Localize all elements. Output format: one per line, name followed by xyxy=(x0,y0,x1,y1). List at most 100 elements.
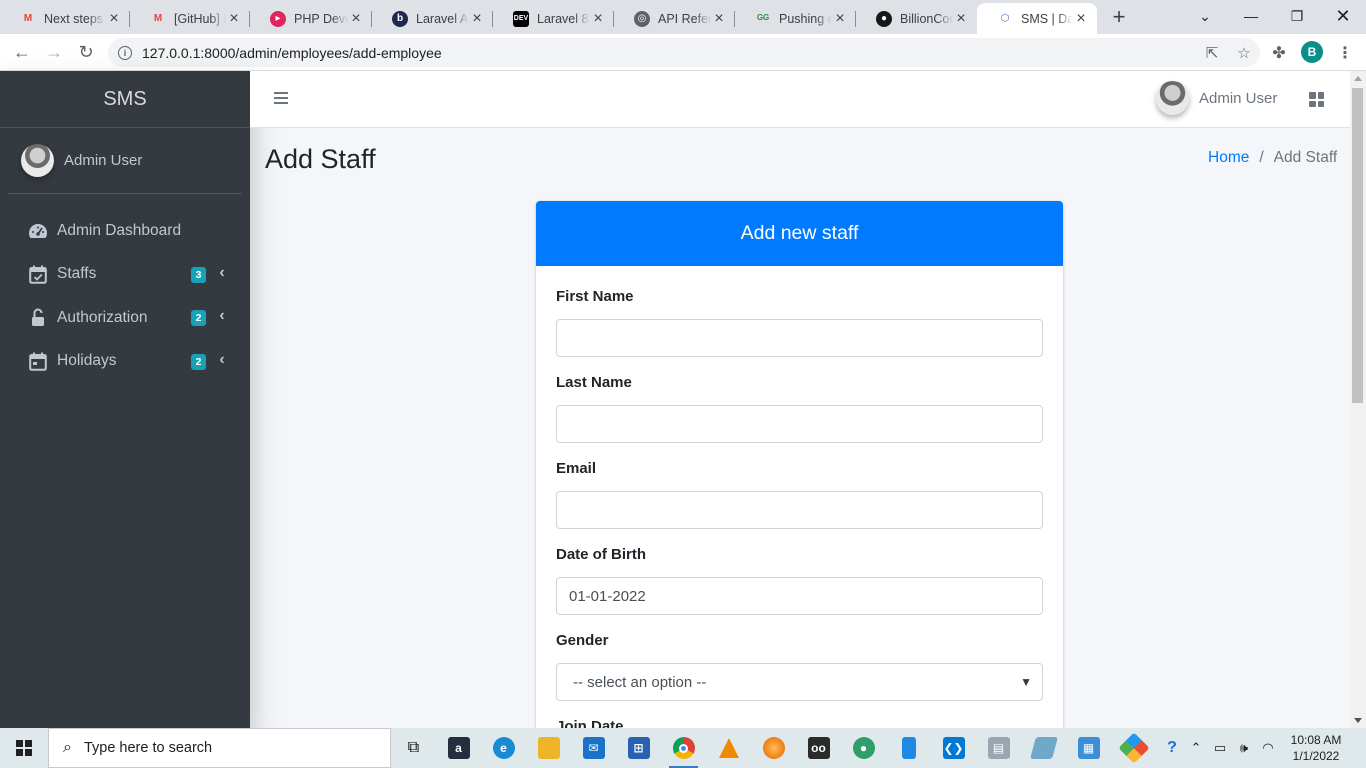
chevron-down-icon: ▼ xyxy=(1020,675,1032,689)
app-icon[interactable] xyxy=(1021,728,1066,768)
amazon-icon[interactable]: a xyxy=(436,728,481,768)
dob-input[interactable]: 01-01-2022 xyxy=(556,577,1043,615)
scroll-up-arrow-icon[interactable] xyxy=(1354,76,1362,81)
count-badge: 2 xyxy=(191,353,206,370)
close-tab-icon[interactable]: × xyxy=(711,10,727,28)
sidebar-item-admin-dashboard[interactable]: Admin Dashboard xyxy=(8,209,242,253)
sidebar-user-name[interactable]: Admin User xyxy=(64,152,142,169)
first-name-label: First Name xyxy=(556,288,634,305)
browser-menu-icon[interactable]: ⋮ xyxy=(1332,40,1358,66)
sidebar-item-authorization[interactable]: Authorization 2 ‹ xyxy=(8,296,242,340)
close-tab-icon[interactable]: × xyxy=(106,10,122,28)
top-navbar: Admin User xyxy=(250,71,1350,128)
browser-tab[interactable]: M Next steps × xyxy=(0,3,130,34)
last-name-input[interactable] xyxy=(556,405,1043,443)
chevron-left-icon[interactable]: ‹ xyxy=(216,307,228,324)
windows-start-button[interactable] xyxy=(0,728,48,768)
share-icon[interactable]: ⇱ xyxy=(1196,44,1228,62)
apps-grid-icon[interactable] xyxy=(1309,92,1324,107)
control-panel-icon[interactable]: ▦ xyxy=(1066,728,1111,768)
vscode-icon[interactable]: ❮❯ xyxy=(931,728,976,768)
chevron-left-icon[interactable]: ‹ xyxy=(216,264,228,281)
sidebar-item-staffs[interactable]: Staffs 3 ‹ xyxy=(8,253,242,297)
store-icon[interactable]: ⊞ xyxy=(616,728,661,768)
email-label: Email xyxy=(556,460,597,477)
photos-app-icon[interactable]: ▤ xyxy=(976,728,1021,768)
gender-select-value: -- select an option -- xyxy=(573,673,707,691)
tripadvisor-icon[interactable]: oo xyxy=(796,728,841,768)
edge-icon[interactable]: e xyxy=(481,728,526,768)
page-title: Add Staff xyxy=(265,144,376,174)
chevron-left-icon[interactable]: ‹ xyxy=(216,351,228,368)
dob-label: Date of Birth xyxy=(556,546,646,563)
phone-app-icon[interactable] xyxy=(886,728,931,768)
minimize-button[interactable]: ― xyxy=(1228,0,1274,32)
last-name-group: Last Name xyxy=(556,374,1043,460)
wifi-icon[interactable]: ◠ xyxy=(1256,740,1280,756)
profile-avatar[interactable]: B xyxy=(1301,41,1323,63)
back-icon[interactable]: ← xyxy=(8,38,36,66)
scrollbar-thumb[interactable] xyxy=(1352,88,1363,403)
restore-button[interactable]: ❐ xyxy=(1274,0,1320,32)
extensions-icon[interactable]: ✤ xyxy=(1266,40,1292,66)
file-explorer-icon[interactable] xyxy=(526,728,571,768)
close-tab-icon[interactable]: × xyxy=(469,10,485,28)
chrome-icon[interactable] xyxy=(661,728,706,768)
task-view-icon[interactable]: ⧉ xyxy=(391,728,436,768)
sidebar-item-label: Holidays xyxy=(57,352,117,370)
reload-icon[interactable]: ↻ xyxy=(72,38,100,66)
address-bar[interactable]: i 127.0.0.1:8000/admin/employees/add-emp… xyxy=(108,38,1260,67)
bookmark-star-icon[interactable]: ☆ xyxy=(1228,44,1260,62)
vlc-icon[interactable] xyxy=(706,728,751,768)
tab-title: BillionCode xyxy=(900,11,953,26)
close-tab-icon[interactable]: × xyxy=(226,10,242,28)
sidebar-item-holidays[interactable]: Holidays 2 ‹ xyxy=(8,340,242,384)
first-name-group: First Name xyxy=(556,288,1043,374)
browser-tab[interactable]: ᴳᴳ Pushing changes × xyxy=(735,3,856,34)
battery-icon[interactable]: ▭ xyxy=(1208,740,1232,756)
firefox-icon[interactable] xyxy=(751,728,796,768)
first-name-input[interactable] xyxy=(556,319,1043,357)
brand-link[interactable]: SMS xyxy=(0,71,250,128)
close-tab-icon[interactable]: × xyxy=(1073,10,1089,28)
close-window-button[interactable]: ✕ xyxy=(1320,0,1366,32)
browser-tab[interactable]: ● BillionCode × xyxy=(856,3,977,34)
breadcrumb-home-link[interactable]: Home xyxy=(1208,149,1249,167)
new-tab-button[interactable]: + xyxy=(1106,3,1132,31)
browser-tab-active[interactable]: ⬡ SMS | Dashboard × xyxy=(977,3,1097,34)
close-tab-icon[interactable]: × xyxy=(832,10,848,28)
browser-tab[interactable]: b Laravel API × xyxy=(372,3,493,34)
browser-tab[interactable]: ▸ PHP Developer × xyxy=(250,3,372,34)
forward-icon[interactable]: → xyxy=(40,38,68,66)
taskbar-search-box[interactable]: ⌕ Type here to search xyxy=(48,728,391,768)
windows-logo-icon xyxy=(16,740,32,756)
hamburger-menu-icon[interactable] xyxy=(274,91,288,105)
tab-search-icon[interactable]: ⌄ xyxy=(1182,0,1228,32)
close-tab-icon[interactable]: × xyxy=(953,10,969,28)
clock-time: 10:08 AM xyxy=(1290,733,1342,747)
site-info-icon[interactable]: i xyxy=(118,45,132,60)
sidebar-user-panel[interactable]: Admin User xyxy=(8,128,242,194)
volume-icon[interactable]: 🕪 xyxy=(1232,740,1256,756)
taskbar-clock[interactable]: 10:08 AM 1/1/2022 xyxy=(1280,732,1352,764)
add-staff-form: First Name Last Name Email Date of Birth… xyxy=(536,266,1063,761)
user-menu[interactable]: Admin User xyxy=(1156,81,1277,115)
maps-icon[interactable]: ● xyxy=(841,728,886,768)
help-icon[interactable]: ? xyxy=(1160,739,1184,757)
browser-tab[interactable]: DEV Laravel 8 S × xyxy=(493,3,614,34)
mail-icon[interactable]: ✉ xyxy=(571,728,616,768)
gmail-icon: M xyxy=(23,13,33,24)
unlock-icon xyxy=(28,308,48,328)
scroll-down-arrow-icon[interactable] xyxy=(1354,718,1362,723)
close-tab-icon[interactable]: × xyxy=(590,10,606,28)
close-tab-icon[interactable]: × xyxy=(348,10,364,28)
browser-tab[interactable]: M [GitHub] PHP × xyxy=(130,3,250,34)
sidebar-item-label: Authorization xyxy=(57,308,148,326)
email-input[interactable] xyxy=(556,491,1043,529)
gender-select[interactable]: -- select an option -- ▼ xyxy=(556,663,1043,701)
browser-tab[interactable]: ◎ API Reference × xyxy=(614,3,735,34)
breadcrumb-current: Add Staff xyxy=(1273,149,1338,166)
page-scrollbar[interactable] xyxy=(1350,71,1366,728)
chevron-up-icon[interactable]: ⌃ xyxy=(1184,740,1208,756)
git-gui-icon[interactable] xyxy=(1111,728,1156,768)
